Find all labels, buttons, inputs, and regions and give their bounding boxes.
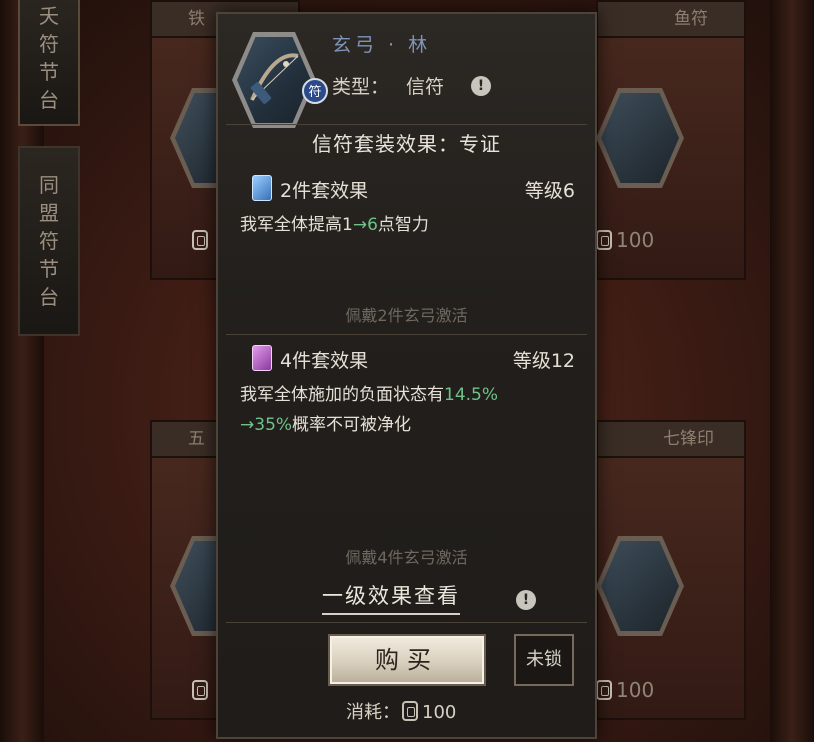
tier-activation-hint: 佩戴2件玄弓激活 [345, 306, 468, 325]
bow-icon [250, 53, 299, 104]
cost-row: 消耗： 100 [346, 698, 456, 724]
card-cost: 100 [594, 678, 654, 702]
item-name: 玄弓 · 林 [332, 34, 432, 56]
level-effect-view-link[interactable]: 一级效果查看 [322, 580, 460, 615]
tier-title: 2件套效果 [280, 180, 369, 202]
divider [226, 124, 587, 125]
card-header: 鱼符 [598, 2, 744, 38]
purple-gem-icon [252, 345, 272, 371]
divider [226, 334, 587, 335]
blue-gem-icon [252, 175, 272, 201]
tier-description: 我军全体提高1→6点智力 [240, 215, 429, 235]
tier-title: 4件套效果 [280, 350, 369, 372]
type-info-icon[interactable]: ! [471, 76, 491, 96]
side-tab-talisman-platform[interactable]: 夭 符 节 台 [18, 0, 80, 126]
set-effect-title: 信符套装效果：专证 [312, 132, 501, 156]
item-tooltip-panel: 符 玄弓 · 林 类型： 信符 ! 信符套装效果：专证 2件套效果 等级6 我军… [216, 12, 597, 739]
coin-icon [402, 701, 418, 721]
card-cost [190, 228, 212, 252]
card-header: 七锋印 [598, 422, 744, 458]
background-pillar [770, 0, 814, 742]
cost-amount: 100 [422, 702, 457, 723]
buy-button[interactable]: 购买 [328, 634, 486, 686]
level-info-icon[interactable]: ! [516, 590, 536, 610]
tier-description: 我军全体施加的负面状态有14.5% →35%概率不可被净化 [240, 385, 499, 435]
cost-label: 消耗： [346, 702, 400, 723]
divider [226, 622, 587, 623]
lock-toggle-button[interactable]: 未锁 [514, 634, 574, 686]
item-type-value: 信符 [406, 76, 445, 98]
talisman-type-badge: 符 [302, 78, 328, 104]
item-type-label: 类型： [332, 76, 390, 98]
card-cost: 100 [594, 228, 654, 252]
tier-activation-hint: 佩戴4件玄弓激活 [345, 548, 468, 567]
card-cost [190, 678, 212, 702]
tier-level: 等级6 [524, 180, 575, 202]
side-tab-alliance-talisman-platform[interactable]: 同 盟 符 节 台 [18, 146, 80, 336]
tier-level: 等级12 [512, 350, 575, 372]
item-portrait-frame [232, 32, 316, 128]
